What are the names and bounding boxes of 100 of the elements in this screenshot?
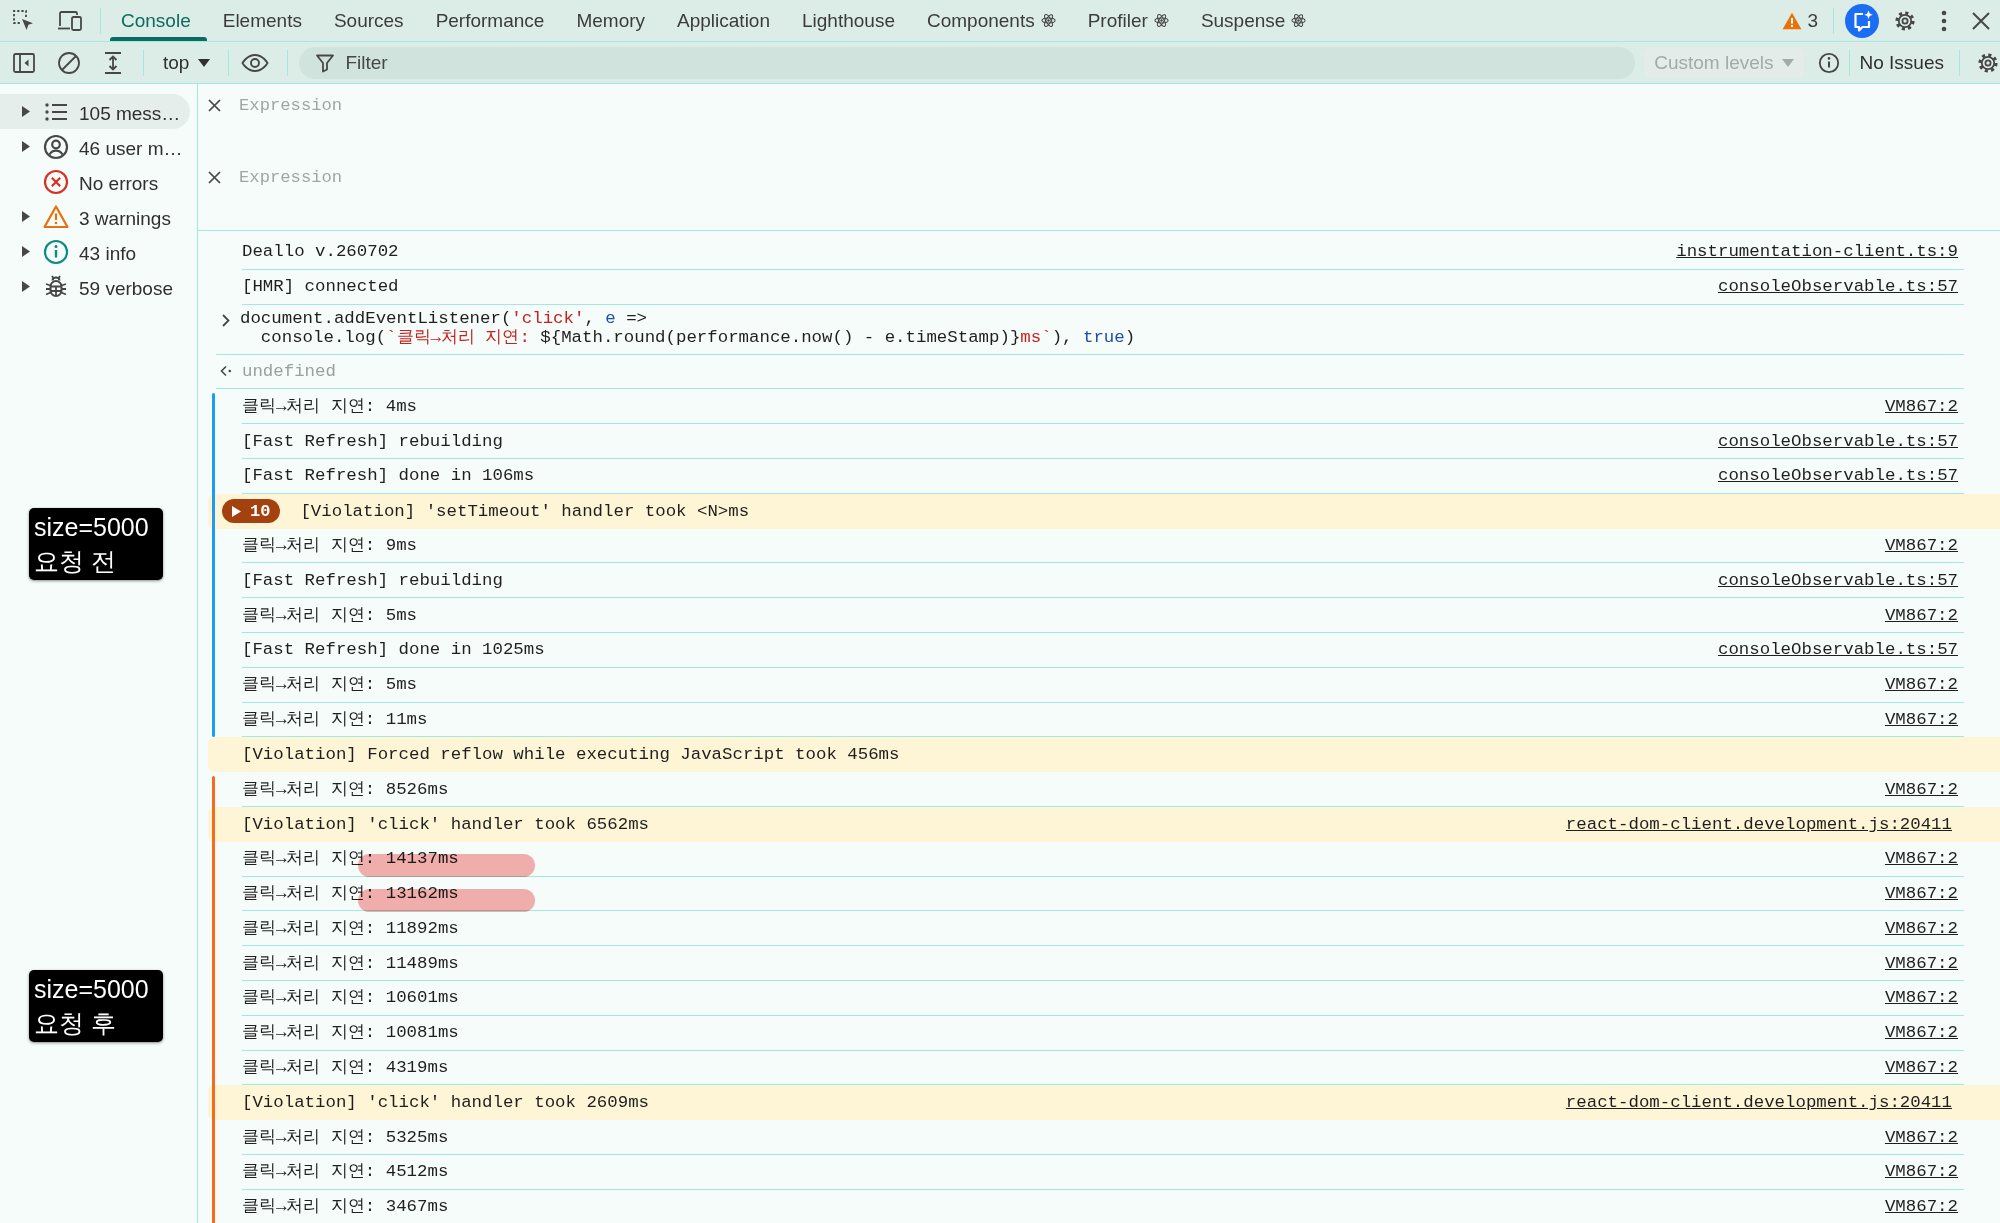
log-message: 클릭→처리 지연: 5325ms bbox=[242, 1126, 449, 1148]
info-icon bbox=[43, 238, 69, 265]
source-link[interactable]: VM867:2 bbox=[1884, 396, 1964, 416]
log-message: [Fast Refresh] done in 1025ms bbox=[242, 639, 545, 661]
command-code: document.addEventListener('click', e => console.log(`클릭→처리 지연: ${Math.round(performance.now() - e.timeStamp)}ms`), true) bbox=[240, 308, 1136, 348]
violation-message: [Violation] 'setTimeout' handler took <N>ms bbox=[300, 500, 750, 522]
source-link[interactable]: consoleObservable.ts:57 bbox=[1717, 277, 1964, 297]
log-message: 클릭→처리 지연: 10601ms bbox=[242, 987, 459, 1009]
source-link[interactable]: VM867:2 bbox=[1884, 709, 1964, 729]
expand-arrow-icon[interactable] bbox=[22, 141, 30, 152]
tab[interactable]: Suspense bbox=[1184, 0, 1323, 41]
clear-icon[interactable] bbox=[57, 50, 81, 75]
source-link[interactable]: instrumentation-client.ts:9 bbox=[1676, 242, 1964, 262]
log-message: 클릭→처리 지연: 4512ms bbox=[242, 1161, 449, 1183]
repeat-count-badge[interactable]: 10 bbox=[222, 499, 281, 524]
warning-icon bbox=[1782, 11, 1803, 30]
atom-icon bbox=[1291, 13, 1307, 28]
prompt-chevron-icon bbox=[222, 313, 230, 327]
log-message: 클릭→처리 지연: 8526ms bbox=[242, 778, 449, 800]
source-link[interactable]: consoleObservable.ts:57 bbox=[1717, 466, 1964, 486]
log-message: 클릭→처리 지연: 13162ms bbox=[242, 882, 459, 904]
log-message: [Fast Refresh] done in 106ms bbox=[242, 465, 535, 487]
source-link[interactable]: react-dom-client.development.js:20411 bbox=[1565, 814, 1958, 834]
expand-arrow-icon[interactable] bbox=[22, 106, 30, 117]
source-link[interactable]: VM867:2 bbox=[1884, 605, 1964, 625]
tab[interactable]: Memory bbox=[560, 0, 662, 41]
tab[interactable]: Elements bbox=[206, 0, 318, 41]
close-icon[interactable] bbox=[1971, 10, 1991, 31]
issues-button[interactable]: No Issues bbox=[1859, 51, 1944, 74]
source-link[interactable]: VM867:2 bbox=[1884, 988, 1964, 1008]
user-circle-icon bbox=[43, 133, 69, 160]
source-link[interactable]: VM867:2 bbox=[1884, 849, 1964, 869]
settings-icon[interactable] bbox=[1976, 50, 2000, 75]
error-icon bbox=[43, 168, 69, 195]
sidebar-item[interactable]: 46 user m… bbox=[0, 129, 190, 164]
atom-icon bbox=[1040, 13, 1056, 28]
log-message: 클릭→처리 지연: 11ms bbox=[242, 708, 428, 730]
eye-icon[interactable] bbox=[241, 52, 270, 73]
source-link[interactable]: VM867:2 bbox=[1884, 779, 1964, 799]
log-message: [Fast Refresh] rebuilding bbox=[242, 569, 503, 591]
return-arrow-icon bbox=[220, 365, 232, 378]
source-link[interactable]: VM867:2 bbox=[1884, 535, 1964, 555]
source-link[interactable]: VM867:2 bbox=[1884, 675, 1964, 695]
source-link[interactable]: VM867:2 bbox=[1884, 918, 1964, 938]
source-link[interactable]: VM867:2 bbox=[1884, 1023, 1964, 1043]
chat-sparkle-icon[interactable] bbox=[1845, 3, 1879, 38]
sidebar-toggle-icon[interactable] bbox=[12, 50, 36, 75]
violation-message: [Violation] 'click' handler took 2609ms bbox=[242, 1092, 649, 1114]
log-message: 클릭→처리 지연: 4ms bbox=[242, 395, 418, 417]
expand-arrow-icon[interactable] bbox=[22, 211, 30, 222]
sidebar-item[interactable]: 105 mess… bbox=[0, 94, 190, 129]
more-icon[interactable] bbox=[1941, 9, 1947, 32]
sidebar-item[interactable]: No errors bbox=[0, 164, 190, 199]
tab[interactable]: Application bbox=[661, 0, 786, 41]
source-link[interactable]: VM867:2 bbox=[1884, 1057, 1964, 1077]
log-message: 클릭→처리 지연: 14137ms bbox=[242, 848, 459, 870]
source-link[interactable]: consoleObservable.ts:57 bbox=[1717, 640, 1964, 660]
sidebar-item[interactable]: 59 verbose bbox=[0, 269, 190, 304]
log-message: [HMR] connected bbox=[242, 276, 399, 298]
source-link[interactable]: consoleObservable.ts:57 bbox=[1717, 431, 1964, 451]
sidebar-item[interactable]: 43 info bbox=[0, 234, 190, 269]
expand-arrow-icon[interactable] bbox=[22, 281, 30, 292]
caret-icon bbox=[1781, 58, 1794, 67]
expand-arrow-icon[interactable] bbox=[22, 246, 30, 257]
tab[interactable]: Lighthouse bbox=[786, 0, 911, 41]
source-link[interactable]: VM867:2 bbox=[1884, 953, 1964, 973]
log-message: 클릭→처리 지연: 9ms bbox=[242, 534, 418, 556]
log-message: 클릭→처리 지연: 11489ms bbox=[242, 952, 459, 974]
log-message: 클릭→처리 지연: 4319ms bbox=[242, 1056, 449, 1078]
log-message: 클릭→처리 지연: 3467ms bbox=[242, 1196, 449, 1218]
expression-input[interactable]: Expression bbox=[239, 94, 2000, 116]
atom-icon bbox=[1153, 13, 1169, 28]
settings-icon[interactable] bbox=[1893, 8, 1917, 33]
log-message: 클릭→처리 지연: 5ms bbox=[242, 604, 418, 626]
result-value: undefined bbox=[242, 361, 336, 382]
sidebar-item[interactable]: 3 warnings bbox=[0, 199, 190, 234]
devices-icon[interactable] bbox=[57, 8, 83, 33]
tab[interactable]: Components bbox=[910, 0, 1072, 41]
tab[interactable]: Profiler bbox=[1071, 0, 1185, 41]
close-icon[interactable] bbox=[208, 99, 221, 112]
source-link[interactable]: VM867:2 bbox=[1884, 1197, 1964, 1217]
info-icon[interactable] bbox=[1817, 51, 1840, 74]
caret-icon bbox=[198, 58, 211, 67]
source-link[interactable]: consoleObservable.ts:57 bbox=[1717, 570, 1964, 590]
log-message: 클릭→처리 지연: 11892ms bbox=[242, 917, 459, 939]
log-message: [Fast Refresh] rebuilding bbox=[242, 430, 503, 452]
close-icon[interactable] bbox=[208, 171, 221, 184]
annotation-label: size=5000 요청 후 bbox=[29, 970, 163, 1042]
source-link[interactable]: VM867:2 bbox=[1884, 1127, 1964, 1147]
source-link[interactable]: react-dom-client.development.js:20411 bbox=[1565, 1093, 1958, 1113]
filter-icon bbox=[315, 52, 336, 73]
source-link[interactable]: VM867:2 bbox=[1884, 883, 1964, 903]
expression-input[interactable]: Expression bbox=[239, 166, 2000, 188]
tab[interactable]: Sources bbox=[317, 0, 420, 41]
source-link[interactable]: VM867:2 bbox=[1884, 1162, 1964, 1182]
tab[interactable]: Console bbox=[105, 0, 207, 41]
tab[interactable]: Performance bbox=[419, 0, 561, 41]
log-message: 클릭→처리 지연: 5ms bbox=[242, 674, 418, 696]
context-dropdown[interactable]: top bbox=[157, 47, 217, 78]
issues-counter[interactable]: 3 bbox=[1782, 9, 1818, 32]
